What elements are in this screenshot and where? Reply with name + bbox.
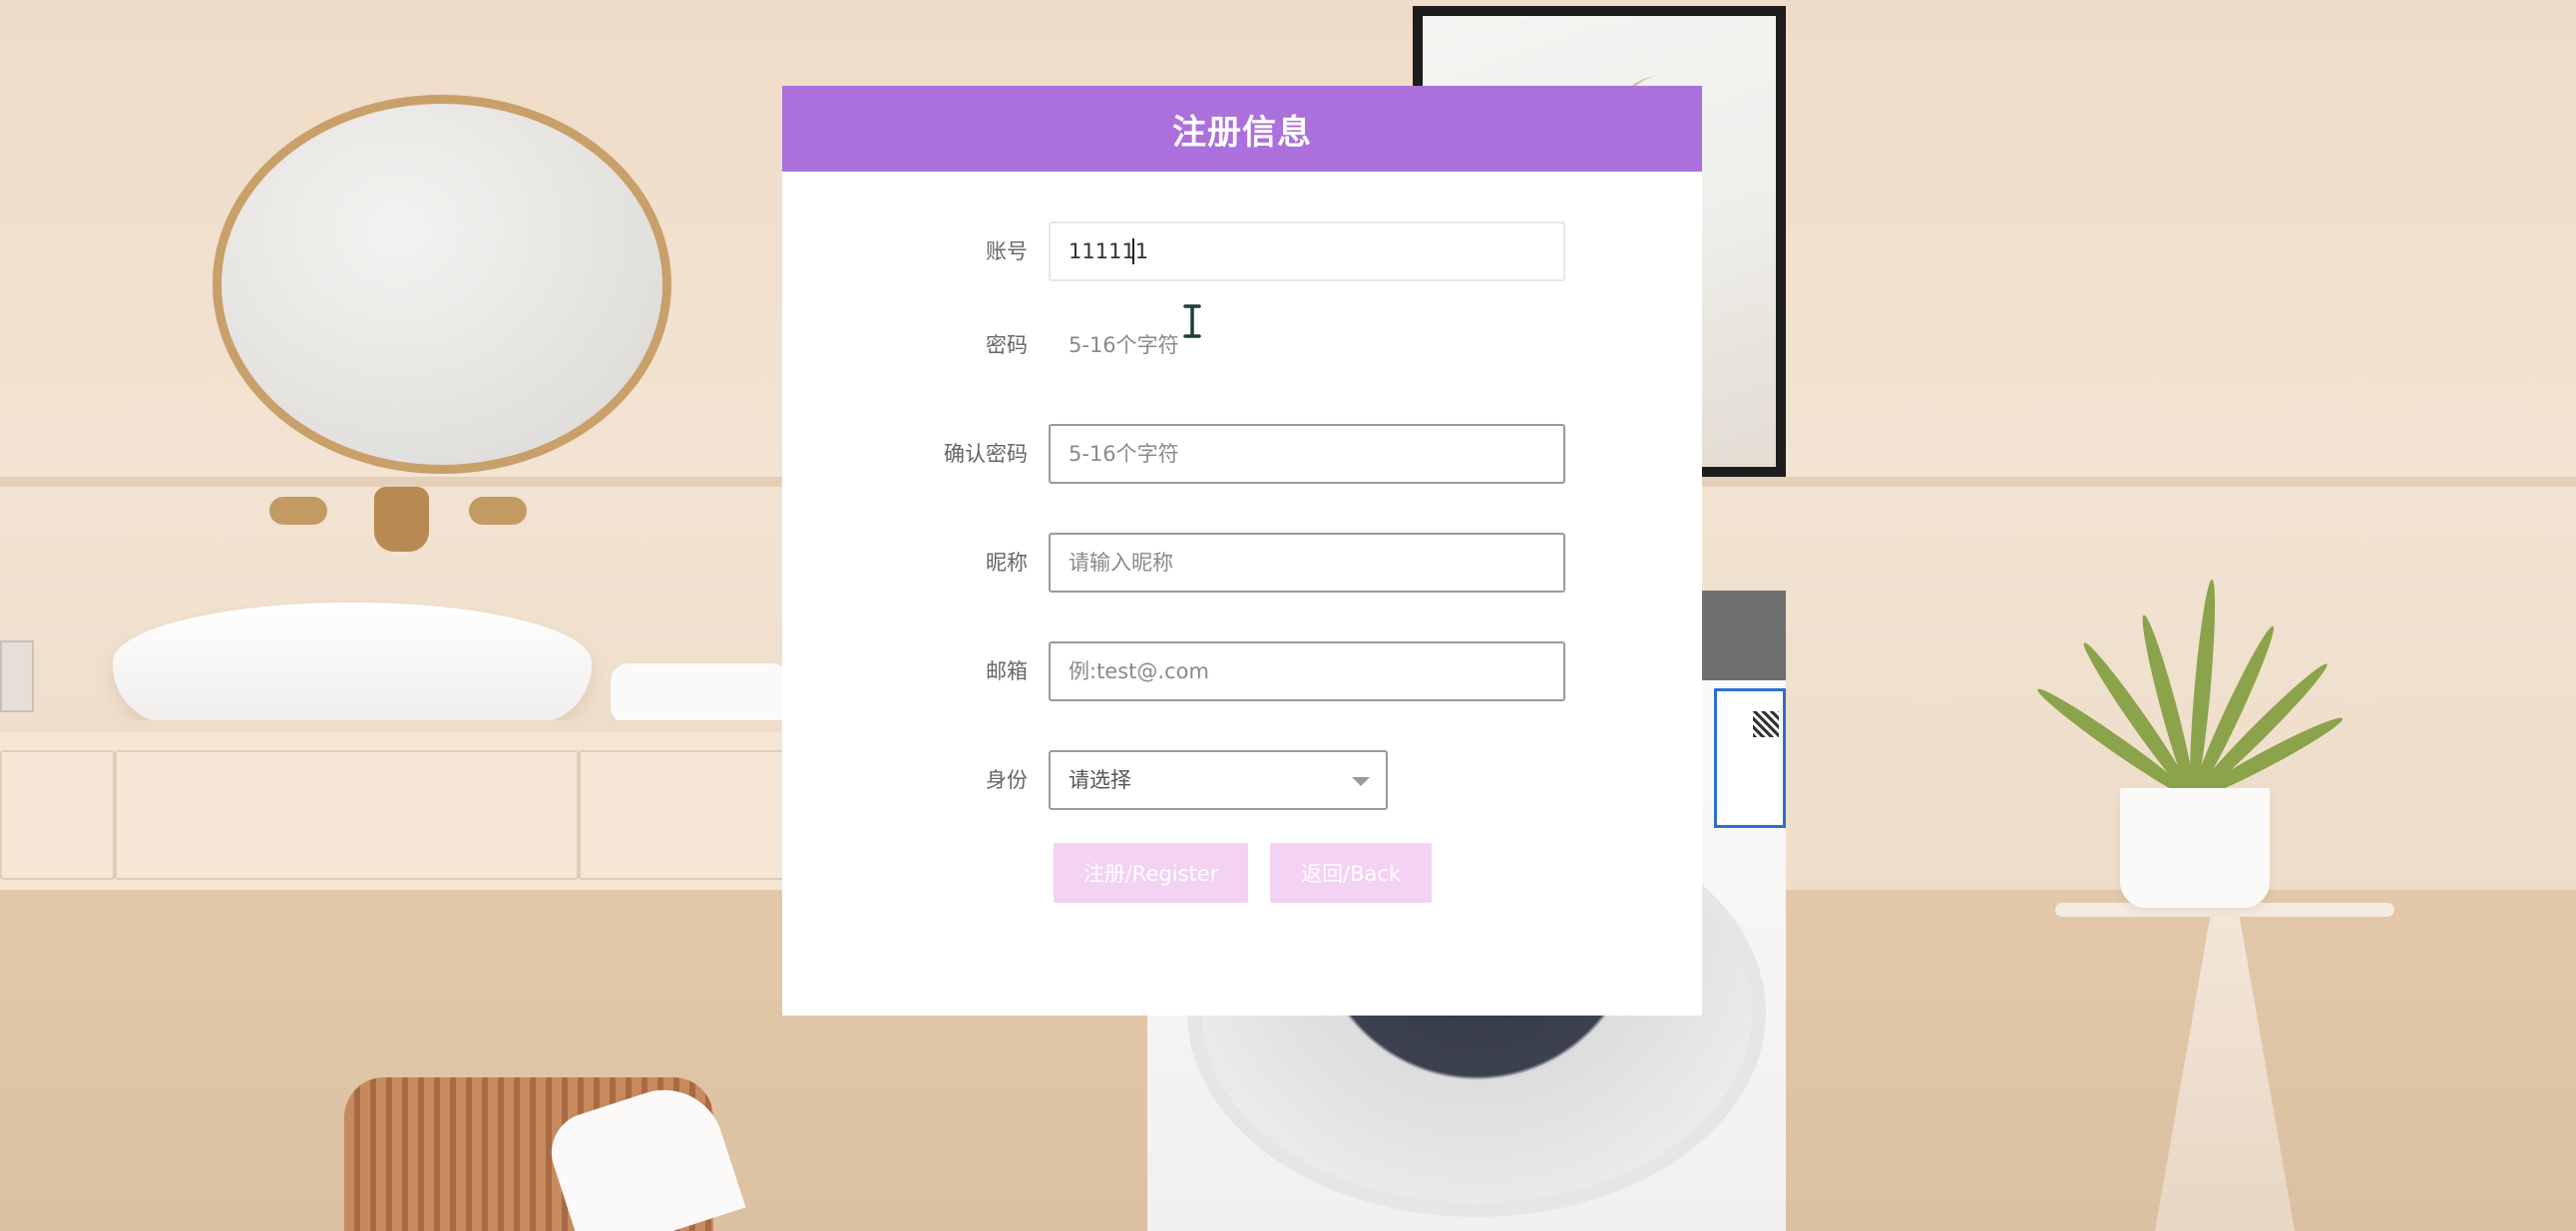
chevron-down-icon xyxy=(1352,777,1370,786)
form-row-email: 邮箱 xyxy=(782,641,1702,701)
basin-image xyxy=(113,603,592,724)
form-row-nickname: 昵称 xyxy=(782,533,1702,593)
form-row-password: 密码 xyxy=(782,315,1702,375)
dialog-header: 注册信息 xyxy=(782,86,1702,172)
form-row-account: 账号 xyxy=(782,221,1702,281)
vanity-cabinet-image xyxy=(0,720,788,890)
identity-select[interactable]: 请选择 xyxy=(1049,750,1388,810)
dialog-title: 注册信息 xyxy=(1172,112,1312,153)
potted-plant-image xyxy=(1995,349,2394,806)
email-label: 邮箱 xyxy=(986,659,1028,683)
text-cursor-icon xyxy=(1183,304,1201,338)
password-label: 密码 xyxy=(986,333,1028,357)
form-row-confirm-password: 确认密码 xyxy=(782,424,1702,484)
text-caret xyxy=(1132,238,1134,264)
confirm-password-label: 确认密码 xyxy=(944,442,1028,466)
identity-label: 身份 xyxy=(986,768,1028,792)
button-row: 注册/Register 返回/Back xyxy=(782,843,1702,903)
account-input[interactable] xyxy=(1049,221,1565,281)
washer-label-sticker xyxy=(1714,688,1786,828)
register-button[interactable]: 注册/Register xyxy=(1054,843,1248,903)
account-label: 账号 xyxy=(986,239,1028,263)
form-row-identity: 身份 请选择 xyxy=(782,750,1702,810)
background-scene: 注册信息 账号 密码 确认密码 昵称 邮箱 身份 xyxy=(0,0,2576,1231)
plant-pot-image xyxy=(2120,788,2270,908)
back-button[interactable]: 返回/Back xyxy=(1270,843,1432,903)
nickname-input[interactable] xyxy=(1049,533,1565,593)
password-input[interactable] xyxy=(1049,315,1565,375)
faucet-image xyxy=(269,487,534,552)
edge-widget-icon xyxy=(0,640,34,712)
nickname-label: 昵称 xyxy=(986,551,1028,575)
confirm-password-input[interactable] xyxy=(1049,424,1565,484)
identity-select-value: 请选择 xyxy=(1069,768,1131,792)
round-mirror-image xyxy=(213,95,671,474)
qr-code-icon xyxy=(1753,711,1779,737)
email-input[interactable] xyxy=(1049,641,1565,701)
towel-image xyxy=(611,663,790,725)
register-dialog: 注册信息 账号 密码 确认密码 昵称 邮箱 身份 xyxy=(782,86,1702,1016)
washer-control-panel xyxy=(1701,591,1786,680)
